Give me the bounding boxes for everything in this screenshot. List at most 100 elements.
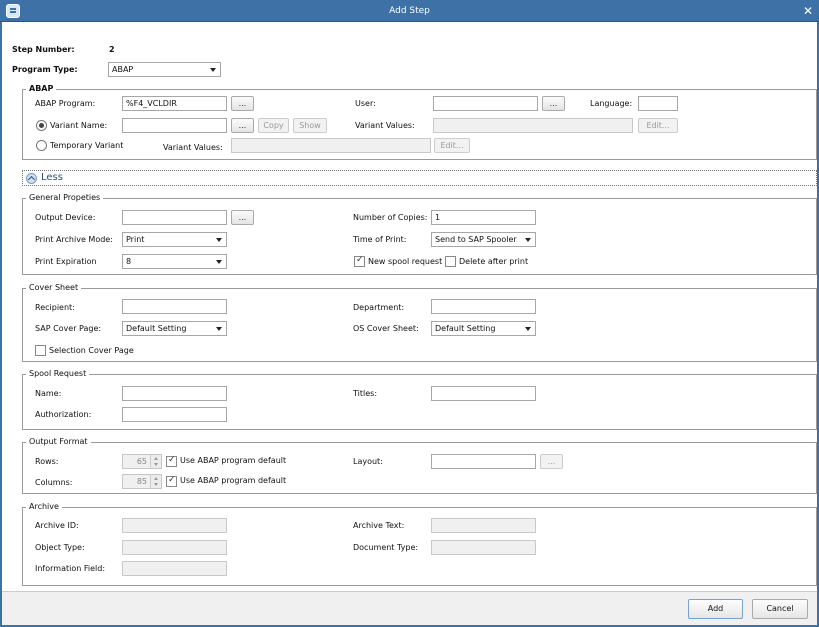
columns-spinner[interactable]: 85 (122, 474, 162, 489)
selection-cover-label: Selection Cover Page (49, 346, 134, 355)
cover-sheet-title: Cover Sheet (26, 282, 82, 294)
archive-mode-select[interactable]: Print (122, 232, 227, 247)
add-button[interactable]: Add (688, 599, 743, 619)
recipient-label: Recipient: (35, 303, 75, 312)
close-icon[interactable]: ✕ (799, 2, 817, 20)
temporary-variant-radio[interactable] (36, 140, 47, 151)
rows-value: 65 (136, 457, 147, 466)
copies-label: Number of Copies: (353, 213, 428, 222)
abap-program-input[interactable]: %F4_VCLDIR (122, 96, 227, 111)
output-format-title: Output Format (26, 436, 91, 448)
temporary-variant-label: Temporary Variant (50, 141, 124, 150)
archive-mode-label: Print Archive Mode: (35, 235, 113, 244)
sap-cover-label: SAP Cover Page: (35, 324, 102, 333)
variant-name-radio[interactable] (36, 120, 47, 131)
copy-button[interactable]: Copy (258, 118, 289, 133)
output-device-input[interactable] (122, 210, 227, 225)
department-label: Department: (353, 303, 405, 312)
authorization-label: Authorization: (35, 410, 92, 419)
object-type-label: Object Type: (35, 543, 85, 552)
titles-label: Titles: (353, 389, 378, 398)
archive-text-label: Archive Text: (353, 521, 405, 530)
collapse-icon (26, 173, 37, 184)
abap-program-label: ABAP Program: (35, 99, 96, 108)
archive-mode-value: Print (126, 235, 145, 244)
step-number-label: Step Number: (12, 45, 75, 54)
user-label: User: (355, 99, 376, 108)
new-spool-checkbox[interactable] (354, 255, 365, 267)
spool-name-label: Name: (35, 389, 62, 398)
program-type-value: ABAP (112, 65, 134, 74)
abap-group-title: ABAP (26, 83, 57, 95)
delete-after-print-label: Delete after print (459, 257, 529, 266)
sap-cover-select[interactable]: Default Setting (122, 321, 227, 336)
abap-program-browse-button[interactable]: ... (231, 96, 254, 111)
archive-title: Archive (26, 501, 62, 513)
layout-browse-button[interactable]: ... (540, 454, 563, 469)
authorization-input[interactable] (122, 407, 227, 422)
chevron-down-icon (216, 327, 222, 331)
rows-default-checkbox[interactable] (166, 455, 177, 467)
chevron-down-icon (525, 238, 531, 242)
os-cover-select[interactable]: Default Setting (431, 321, 536, 336)
information-field-label: Information Field: (35, 564, 106, 573)
time-of-print-value: Send to SAP Spooler (435, 235, 517, 244)
rows-label: Rows: (35, 457, 59, 466)
time-of-print-label: Time of Print: (353, 235, 407, 244)
columns-default-label: Use ABAP program default (180, 476, 287, 485)
archive-text-field (431, 518, 536, 533)
chevron-down-icon (216, 238, 222, 242)
columns-value: 85 (136, 477, 147, 486)
copies-input[interactable]: 1 (431, 210, 536, 225)
os-cover-label: OS Cover Sheet: (353, 324, 419, 333)
archive-id-field (122, 518, 227, 533)
temp-variant-edit-button[interactable]: Edit... (434, 138, 470, 153)
columns-default-checkbox[interactable] (166, 475, 177, 487)
archive-id-label: Archive ID: (35, 521, 79, 530)
chevron-down-icon (216, 260, 222, 264)
new-spool-label: New spool request (368, 257, 443, 266)
spinner-arrows-icon[interactable] (150, 455, 161, 468)
temp-variant-values-label: Variant Values: (163, 143, 223, 152)
variant-values-edit-button[interactable]: Edit... (638, 118, 678, 133)
user-input[interactable] (433, 96, 538, 111)
information-field (122, 561, 227, 576)
layout-label: Layout: (353, 457, 383, 466)
general-properties-title: General Propeties (26, 192, 104, 204)
variant-values-field (433, 118, 633, 133)
title-bar: Add Step ✕ (0, 0, 819, 22)
less-label: Less (41, 172, 63, 183)
document-type-label: Document Type: (353, 543, 419, 552)
variant-browse-button[interactable]: ... (231, 118, 254, 133)
recipient-input[interactable] (122, 299, 227, 314)
time-of-print-select[interactable]: Send to SAP Spooler (431, 232, 536, 247)
step-number-value: 2 (109, 45, 115, 54)
program-type-select[interactable]: ABAP (108, 62, 221, 77)
rows-default-label: Use ABAP program default (180, 456, 287, 465)
less-toggle[interactable]: Less (22, 170, 817, 186)
temp-variant-values-field (231, 138, 431, 153)
rows-spinner[interactable]: 65 (122, 454, 162, 469)
layout-input[interactable] (431, 454, 536, 469)
print-expiration-label: Print Expiration (35, 257, 97, 266)
titles-input[interactable] (431, 386, 536, 401)
variant-name-label: Variant Name: (50, 121, 108, 130)
show-button[interactable]: Show (293, 118, 327, 133)
cancel-button[interactable]: Cancel (752, 599, 808, 619)
document-type-field (431, 540, 536, 555)
chevron-down-icon (210, 68, 216, 72)
language-input[interactable] (638, 96, 678, 111)
delete-after-print-checkbox[interactable] (445, 256, 456, 267)
selection-cover-checkbox[interactable] (35, 345, 46, 356)
columns-label: Columns: (35, 478, 73, 487)
output-device-browse-button[interactable]: ... (231, 210, 254, 225)
output-device-label: Output Device: (35, 213, 96, 222)
spool-name-input[interactable] (122, 386, 227, 401)
variant-values-label: Variant Values: (355, 121, 415, 130)
print-expiration-select[interactable]: 8 (122, 254, 227, 269)
spinner-arrows-icon[interactable] (150, 475, 161, 488)
program-type-label: Program Type: (12, 65, 78, 74)
variant-name-input[interactable] (122, 118, 227, 133)
user-browse-button[interactable]: ... (542, 96, 565, 111)
department-input[interactable] (431, 299, 536, 314)
